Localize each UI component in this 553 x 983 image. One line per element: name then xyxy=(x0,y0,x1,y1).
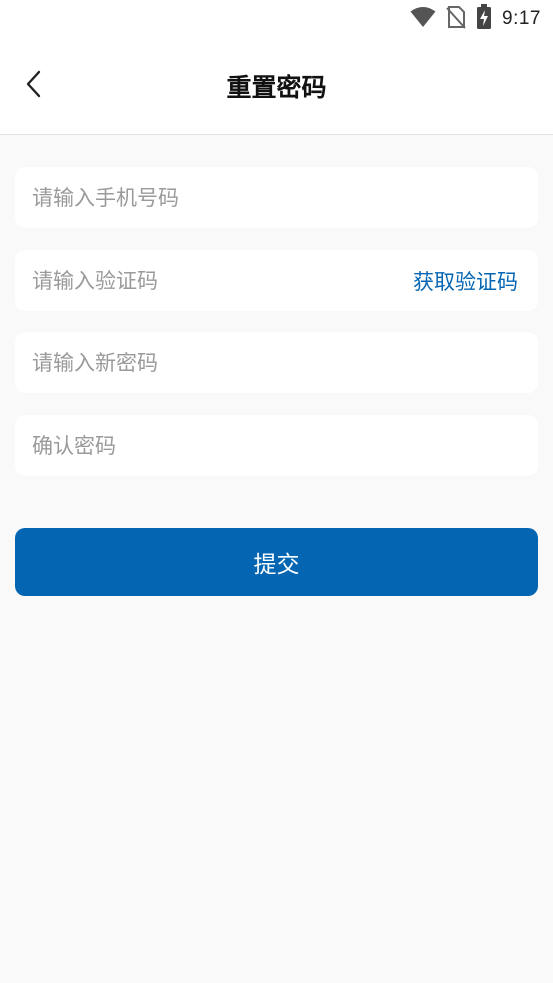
confirm-password-input[interactable] xyxy=(32,415,518,476)
nav-bar: 重置密码 xyxy=(0,38,553,135)
confirm-password-field[interactable] xyxy=(15,415,538,476)
get-code-button[interactable]: 获取验证码 xyxy=(413,266,518,296)
code-input[interactable] xyxy=(32,250,413,311)
code-field[interactable]: 获取验证码 xyxy=(15,250,538,311)
new-password-input[interactable] xyxy=(32,332,518,393)
phone-input[interactable] xyxy=(32,167,518,228)
phone-field[interactable] xyxy=(15,167,538,228)
battery-charging-icon xyxy=(476,4,492,34)
submit-button[interactable]: 提交 xyxy=(15,528,538,596)
status-icons: 9:17 xyxy=(410,4,541,34)
no-sim-icon xyxy=(446,5,466,33)
status-time: 9:17 xyxy=(502,8,541,29)
status-bar: 9:17 xyxy=(0,0,553,38)
wifi-icon xyxy=(410,6,436,32)
new-password-field[interactable] xyxy=(15,332,538,393)
page-title: 重置密码 xyxy=(226,73,327,102)
